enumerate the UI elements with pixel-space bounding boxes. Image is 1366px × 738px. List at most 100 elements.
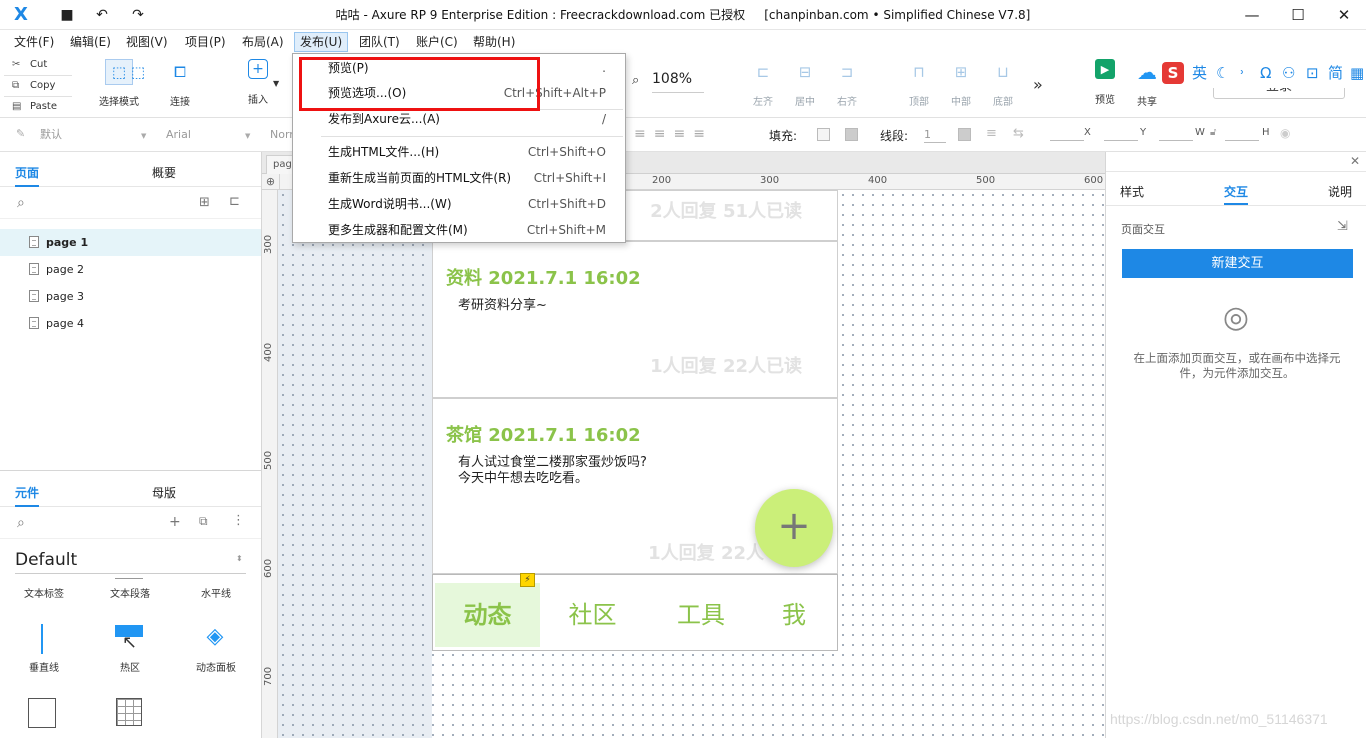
- share-button[interactable]: ☁ 共享: [1130, 59, 1164, 108]
- menu-project[interactable]: 项目(P): [180, 32, 231, 52]
- eye-icon[interactable]: ◉: [1280, 126, 1290, 140]
- page-item[interactable]: page 4: [0, 310, 261, 337]
- align-right-button[interactable]: ⊐ 右齐: [832, 59, 862, 108]
- minimize-icon[interactable]: —: [1230, 0, 1274, 30]
- tab-interactions[interactable]: 交互: [1224, 183, 1249, 205]
- page-item[interactable]: page 2: [0, 256, 261, 283]
- library-stack-icon[interactable]: ⧉: [199, 514, 208, 529]
- cut-button[interactable]: ✂ Cut: [4, 54, 72, 75]
- user-icon[interactable]: ⚇: [1282, 58, 1295, 88]
- save-icon[interactable]: ■: [58, 6, 76, 24]
- more-tools-icon[interactable]: »: [1033, 75, 1043, 94]
- font-select[interactable]: Arial: [166, 125, 256, 145]
- copy-icon: ⧉: [12, 80, 20, 91]
- menu-edit[interactable]: 编辑(E): [65, 32, 116, 52]
- text-align-icons[interactable]: ≡≡≡≡: [634, 126, 713, 142]
- fill-color-swatch[interactable]: [817, 128, 830, 141]
- close-icon[interactable]: ✕: [1322, 0, 1366, 30]
- align-top-icon: ⊓: [913, 63, 925, 81]
- simplified-icon[interactable]: 简: [1328, 58, 1343, 88]
- line-width-field[interactable]: 1: [924, 125, 946, 143]
- nav-tab-community[interactable]: 社区: [540, 583, 645, 647]
- ime-toolbar: S 英 ☾ ˒ Ω ⚇ ⊡ 简 ▦: [1160, 58, 1366, 88]
- insert-dropdown-icon[interactable]: ▼: [273, 79, 279, 88]
- align-bottom-icon: ⊔: [997, 63, 1009, 81]
- widget-horizontal-line[interactable]: 水平线: [181, 585, 251, 600]
- line-style-icon[interactable]: ≡: [986, 126, 997, 141]
- tab-notes[interactable]: 说明: [1328, 183, 1352, 200]
- style-select[interactable]: 默认: [40, 125, 150, 145]
- lock-icon[interactable]: 🔓︎: [1210, 127, 1216, 138]
- widget-hotspot[interactable]: 热区: [95, 659, 165, 674]
- nav-tab-tools[interactable]: 工具: [647, 583, 755, 647]
- redo-icon[interactable]: ↷: [129, 6, 147, 24]
- tab-pages[interactable]: 页面: [15, 164, 40, 187]
- post-card[interactable]: 资料 2021.7.1 16:02 考研资料分享~ 1人回复 22人已读: [432, 241, 838, 398]
- font-weight-select[interactable]: Norr: [270, 125, 294, 145]
- tab-outline[interactable]: 概要: [152, 164, 176, 181]
- lightning-icon[interactable]: ⚡: [520, 573, 535, 587]
- tab-widgets[interactable]: 元件: [15, 484, 40, 507]
- undo-icon[interactable]: ↶: [93, 6, 111, 24]
- more-vert-icon[interactable]: ⋮: [232, 513, 245, 528]
- search-icon[interactable]: ⌕: [17, 195, 25, 211]
- omega-icon[interactable]: Ω: [1260, 58, 1271, 88]
- menu-account[interactable]: 账户(C): [411, 32, 463, 52]
- preview-button[interactable]: ▶ 预览: [1090, 59, 1120, 106]
- repeater-icon[interactable]: [28, 698, 56, 728]
- widget-vertical-line[interactable]: 垂直线: [9, 659, 79, 674]
- align-middle-button[interactable]: ⊞ 中部: [946, 59, 976, 108]
- copy-button[interactable]: ⧉ Copy: [4, 75, 72, 96]
- align-bottom-button[interactable]: ⊔ 底部: [988, 59, 1018, 108]
- zoom-level[interactable]: 108%: [652, 71, 704, 93]
- widget-label[interactable]: 文本标签: [9, 585, 79, 600]
- nav-tab-feed[interactable]: 动态: [435, 583, 540, 647]
- select-contained-button[interactable]: ⬚: [124, 59, 152, 85]
- add-page-icon[interactable]: ⊞: [199, 195, 210, 210]
- chevron-updown-icon: ⬍: [236, 554, 243, 563]
- insert-button[interactable]: + 插入: [238, 59, 278, 106]
- menu-item-regenerate-html[interactable]: 重新生成当前页面的HTML文件(R) Ctrl+Shift+I: [294, 165, 624, 191]
- fill-shadow-swatch[interactable]: [845, 128, 858, 141]
- menu-view[interactable]: 视图(V): [121, 32, 173, 52]
- add-folder-icon[interactable]: ⊏: [229, 194, 240, 209]
- add-library-icon[interactable]: +: [169, 514, 181, 530]
- punctuation-icon[interactable]: ˒: [1240, 58, 1245, 88]
- library-select[interactable]: Default: [15, 550, 246, 574]
- add-post-fab[interactable]: +: [755, 489, 833, 567]
- menu-help[interactable]: 帮助(H): [468, 32, 520, 52]
- align-top-button[interactable]: ⊓ 顶部: [904, 59, 934, 108]
- nav-tab-me[interactable]: 我: [757, 583, 831, 647]
- widget-paragraph[interactable]: 文本段落: [95, 585, 165, 600]
- paste-button[interactable]: ▤ Paste: [4, 96, 72, 117]
- page-item[interactable]: page 1: [0, 229, 261, 256]
- menu-publish[interactable]: 发布(U): [294, 32, 349, 52]
- menu-team[interactable]: 团队(T): [354, 32, 405, 52]
- page-item[interactable]: page 3: [0, 283, 261, 310]
- arrow-style-icon[interactable]: ⇆: [1013, 126, 1024, 141]
- menu-file[interactable]: 文件(F): [9, 32, 59, 52]
- skin-icon[interactable]: ⊡: [1306, 58, 1319, 88]
- menu-layout[interactable]: 布局(A): [237, 32, 289, 52]
- line-color-swatch[interactable]: [958, 128, 971, 141]
- crosshair-icon[interactable]: ⊕: [262, 174, 280, 190]
- grid-icon[interactable]: ▦: [1350, 58, 1364, 88]
- align-center-button[interactable]: ⊟ 居中: [790, 59, 820, 108]
- new-interaction-button[interactable]: 新建交互: [1122, 249, 1353, 278]
- format-painter-icon[interactable]: ✎: [16, 127, 25, 140]
- ime-lang[interactable]: 英: [1192, 58, 1207, 88]
- menu-item-generate-word[interactable]: 生成Word说明书...(W) Ctrl+Shift+D: [294, 191, 624, 217]
- menu-item-generate-html[interactable]: 生成HTML文件...(H) Ctrl+Shift+O: [294, 139, 624, 165]
- moon-icon[interactable]: ☾: [1216, 58, 1229, 88]
- search-icon[interactable]: ⌕: [17, 515, 25, 531]
- align-left-button[interactable]: ⊏ 左齐: [748, 59, 778, 108]
- expand-icon[interactable]: ⇲: [1337, 219, 1348, 234]
- maximize-icon[interactable]: ☐: [1276, 0, 1320, 30]
- menu-item-more-generators[interactable]: 更多生成器和配置文件(M) Ctrl+Shift+M: [294, 217, 624, 243]
- table-icon[interactable]: [116, 698, 142, 726]
- tab-masters[interactable]: 母版: [152, 484, 176, 501]
- connect-button[interactable]: ⧠ 连接: [160, 59, 200, 108]
- close-panel-icon[interactable]: ✕: [1350, 154, 1360, 168]
- tab-style[interactable]: 样式: [1120, 183, 1144, 200]
- widget-dynamic-panel[interactable]: 动态面板: [181, 659, 251, 674]
